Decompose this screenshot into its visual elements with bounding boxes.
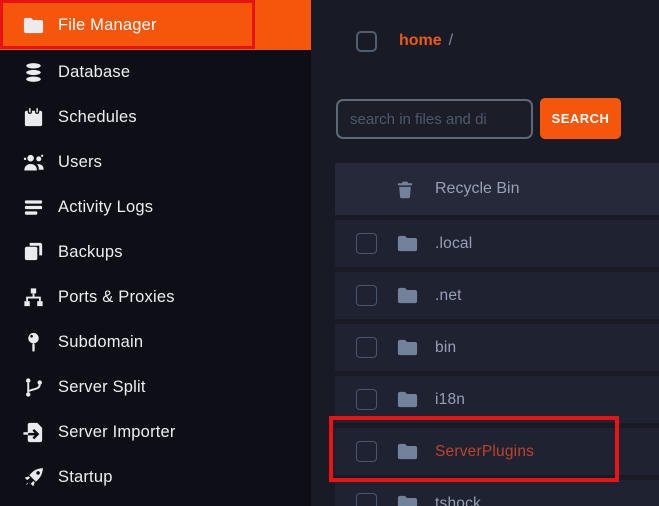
rocket-icon	[22, 466, 45, 489]
folder-icon	[396, 492, 419, 506]
sidebar-item-file-manager[interactable]: File Manager	[0, 0, 311, 50]
table-row-i18n[interactable]: i18n	[335, 376, 659, 423]
calendar-icon	[22, 106, 45, 129]
recycle-bin-row[interactable]: Recycle Bin	[335, 163, 659, 215]
sidebar-item-startup[interactable]: Startup	[0, 455, 311, 500]
activity-list-icon	[22, 196, 45, 219]
table-row-tshock[interactable]: tshock	[335, 480, 659, 506]
row-checkbox[interactable]	[356, 389, 377, 410]
file-name[interactable]: ServerPlugins	[435, 443, 534, 461]
file-name[interactable]: .local	[435, 235, 472, 253]
folder-icon	[22, 14, 45, 37]
table-row-net[interactable]: .net	[335, 272, 659, 319]
sidebar-item-server-split[interactable]: Server Split	[0, 365, 311, 410]
table-row-local[interactable]: .local	[335, 220, 659, 267]
database-icon	[22, 61, 45, 84]
sidebar-item-ports-proxies[interactable]: Ports & Proxies	[0, 275, 311, 320]
sidebar-item-users[interactable]: Users	[0, 140, 311, 185]
file-name[interactable]: tshock	[435, 495, 481, 506]
folder-icon	[396, 284, 419, 307]
row-checkbox[interactable]	[356, 493, 377, 506]
sidebar-item-schedules[interactable]: Schedules	[0, 95, 311, 140]
file-import-icon	[22, 421, 45, 444]
sidebar-item-database[interactable]: Database	[0, 50, 311, 95]
folder-icon	[396, 232, 419, 255]
network-icon	[22, 286, 45, 309]
recycle-bin-label: Recycle Bin	[435, 180, 520, 197]
trash-icon	[395, 179, 415, 200]
select-all-checkbox[interactable]	[356, 31, 377, 52]
table-row-serverplugins[interactable]: ServerPlugins	[335, 428, 659, 475]
breadcrumb: home /	[399, 32, 453, 50]
row-checkbox[interactable]	[356, 233, 377, 254]
table-row-bin[interactable]: bin	[335, 324, 659, 371]
pin-icon	[22, 331, 45, 354]
search-button[interactable]: SEARCH	[540, 98, 621, 139]
sidebar-item-activity-logs[interactable]: Activity Logs	[0, 185, 311, 230]
folder-icon	[396, 336, 419, 359]
sidebar-item-subdomain[interactable]: Subdomain	[0, 320, 311, 365]
branch-icon	[22, 376, 45, 399]
row-checkbox[interactable]	[356, 337, 377, 358]
sidebar-nav: File Manager Database Schedules Users Ac…	[0, 0, 311, 506]
app-window: File Manager Database Schedules Users Ac…	[0, 0, 659, 506]
folder-icon	[396, 388, 419, 411]
file-name[interactable]: .net	[435, 287, 462, 305]
breadcrumb-home-link[interactable]: home	[399, 32, 442, 50]
copy-icon	[22, 241, 45, 264]
breadcrumb-separator: /	[448, 32, 454, 49]
sidebar-item-backups[interactable]: Backups	[0, 230, 311, 275]
row-checkbox[interactable]	[356, 441, 377, 462]
file-table: Recycle Bin .local .net bin i18n ServerP…	[335, 163, 659, 506]
row-checkbox[interactable]	[356, 285, 377, 306]
file-name[interactable]: bin	[435, 339, 456, 357]
folder-icon	[396, 440, 419, 463]
file-name[interactable]: i18n	[435, 391, 465, 409]
users-icon	[22, 151, 45, 174]
search-input[interactable]	[336, 99, 533, 139]
sidebar-item-server-importer[interactable]: Server Importer	[0, 410, 311, 455]
